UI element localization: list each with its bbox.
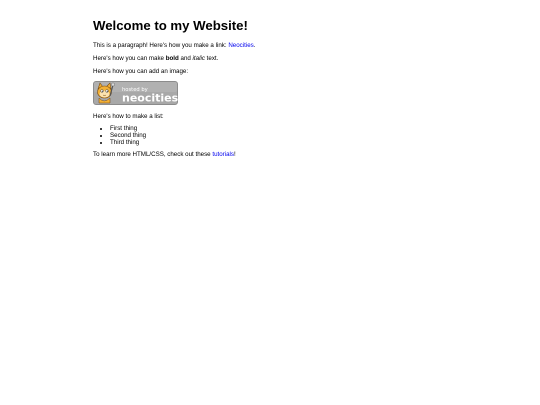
paragraph-text: text.	[204, 55, 219, 62]
page-title: Welcome to my Website!	[93, 18, 248, 33]
paragraph-text: To learn more HTML/CSS, check out these	[93, 151, 213, 158]
tutorials-link[interactable]: tutorials	[212, 151, 234, 158]
paragraph-text: This is a paragraph! Here's how you make…	[93, 42, 229, 49]
bold-text: bold	[165, 55, 179, 62]
list-item: Second thing	[110, 132, 146, 139]
paragraph-text: and	[178, 55, 193, 62]
paragraph-tutorials: To learn more HTML/CSS, check out these …	[93, 151, 236, 158]
paragraph-text: .	[253, 42, 256, 49]
list-item: First thing	[110, 125, 146, 132]
italic-text: italic	[192, 55, 205, 62]
hosted-by-neocities-badge[interactable]: hosted by neocities	[93, 81, 178, 105]
paragraph-link-example: This is a paragraph! Here's how you make…	[93, 42, 256, 49]
badge-neocities-text: neocities	[122, 92, 178, 105]
paragraph-text: Here's how you can make	[93, 55, 166, 62]
paragraph-formatting-example: Here's how you can make bold and italic …	[93, 55, 218, 62]
neocities-link[interactable]: Neocities	[228, 42, 253, 49]
paragraph-text: !	[234, 151, 236, 158]
list-item: Third thing	[110, 139, 146, 146]
paragraph-list-intro: Here's how to make a list:	[93, 113, 164, 120]
example-list: First thing Second thing Third thing	[93, 125, 146, 146]
paragraph-image-intro: Here's how you can add an image:	[93, 68, 189, 75]
